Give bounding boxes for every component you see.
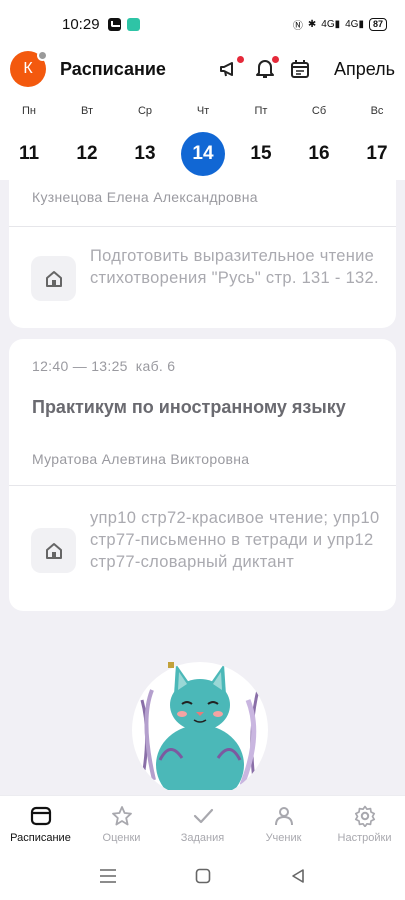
avatar-letter: К	[23, 60, 33, 77]
divider	[9, 485, 396, 486]
home-square-icon[interactable]	[195, 868, 211, 884]
nav-label: Расписание	[10, 832, 71, 844]
week-strip: Пн 11 Вт 12 Ср 13 Чт 14 Пт 15 Сб 16 Вс 1…	[0, 90, 405, 180]
gear-icon	[354, 805, 375, 827]
nav-label: Оценки	[102, 832, 141, 844]
signal-icon-2: 4G▮	[345, 18, 364, 30]
day-monday[interactable]: Пн 11	[4, 90, 54, 176]
bottom-nav: Расписание Оценки Задания Ученик Настрой…	[0, 795, 405, 852]
checkmark-icon	[193, 808, 213, 824]
day-name: Пт	[254, 105, 268, 117]
nav-label: Настройки	[337, 832, 392, 844]
notifications-button[interactable]	[254, 56, 279, 80]
homework-text: Подготовить выразительное чтение стихотв…	[90, 247, 379, 287]
home-icon	[45, 542, 62, 559]
teacher-name: Муратова Алевтина Викторовна	[32, 451, 250, 467]
battery-icon: 87	[368, 17, 387, 31]
day-number: 12	[76, 143, 98, 164]
teacher-name: Кузнецова Елена Александровна	[32, 189, 258, 205]
lesson-time: 12:40 — 13:25 каб. 6	[32, 358, 175, 374]
system-nav-bar	[0, 852, 405, 900]
day-name: Ср	[137, 105, 153, 117]
status-time: 10:29	[62, 15, 100, 33]
day-name: Вс	[370, 105, 384, 117]
lesson-card[interactable]: Кузнецова Елена Александровна Подготовит…	[9, 180, 396, 328]
day-friday[interactable]: Пт 15	[236, 90, 286, 176]
day-number: 15	[250, 143, 272, 164]
calendar-icon	[290, 60, 309, 78]
network-type-1: 4G	[321, 18, 335, 30]
network-type-2: 4G	[345, 18, 359, 30]
nav-settings[interactable]: Настройки	[324, 796, 405, 852]
app-notification-icon	[126, 17, 140, 31]
menu-icon[interactable]	[99, 869, 117, 883]
nfc-icon: Ⓝ	[292, 20, 303, 32]
divider	[9, 226, 396, 227]
homework-icon-box	[31, 256, 76, 301]
lesson-title: Практикум по иностранному языку	[32, 397, 346, 417]
nav-student[interactable]: Ученик	[243, 796, 324, 852]
room-number: каб. 6	[135, 358, 176, 374]
month-selector[interactable]: Апрель	[334, 59, 395, 80]
day-tuesday[interactable]: Вт 12	[62, 90, 112, 176]
day-name: Чт	[196, 105, 210, 117]
day-name: Пн	[22, 105, 36, 117]
nav-schedule[interactable]: Расписание	[0, 796, 81, 852]
day-name: Вт	[80, 105, 93, 117]
day-saturday[interactable]: Сб 16	[294, 90, 344, 176]
nav-grades[interactable]: Оценки	[81, 796, 162, 852]
nav-label: Ученик	[265, 832, 302, 844]
day-thursday[interactable]: Чт 14	[178, 90, 228, 176]
avatar[interactable]: К	[10, 50, 48, 87]
day-name: Сб	[311, 105, 327, 117]
calendar-button[interactable]	[289, 58, 311, 80]
announcements-button[interactable]	[219, 56, 244, 80]
schedule-list[interactable]: Кузнецова Елена Александровна Подготовит…	[0, 180, 405, 795]
notification-dot	[271, 56, 279, 63]
day-wednesday[interactable]: Ср 13	[120, 90, 170, 176]
app-header: К Расписание Апрель	[0, 48, 405, 90]
status-dot	[37, 50, 48, 61]
bluetooth-icon: ✱	[307, 18, 317, 30]
lesson-card[interactable]: 12:40 — 13:25 каб. 6 Практикум по иностра…	[9, 339, 396, 611]
nav-label: Задания	[180, 832, 225, 844]
signal-icon-1: 4G▮	[321, 18, 341, 30]
nav-tasks[interactable]: Задания	[162, 796, 243, 852]
star-icon	[111, 806, 132, 826]
notification-dot	[236, 56, 244, 63]
home-icon	[45, 270, 62, 287]
cat-illustration	[132, 662, 268, 790]
person-icon	[274, 807, 293, 826]
page-title: Расписание	[60, 58, 166, 79]
homework-icon-box	[31, 528, 76, 573]
time-range: 12:40 — 13:25	[32, 358, 128, 374]
homework-text: упр10 стр72-красивое чтение; упр10 стр77…	[90, 509, 380, 571]
day-number: 13	[134, 143, 156, 164]
day-number-selected: 14	[181, 132, 225, 176]
mail-notification-icon	[107, 17, 121, 31]
day-number: 11	[18, 143, 40, 164]
status-bar: 10:29 Ⓝ ✱ 4G▮ 4G▮ 87	[0, 0, 405, 48]
day-number: 16	[308, 143, 330, 164]
day-sunday[interactable]: Вс 17	[352, 90, 402, 176]
back-icon[interactable]	[290, 868, 306, 884]
day-number: 17	[366, 143, 388, 164]
schedule-icon	[30, 806, 51, 826]
